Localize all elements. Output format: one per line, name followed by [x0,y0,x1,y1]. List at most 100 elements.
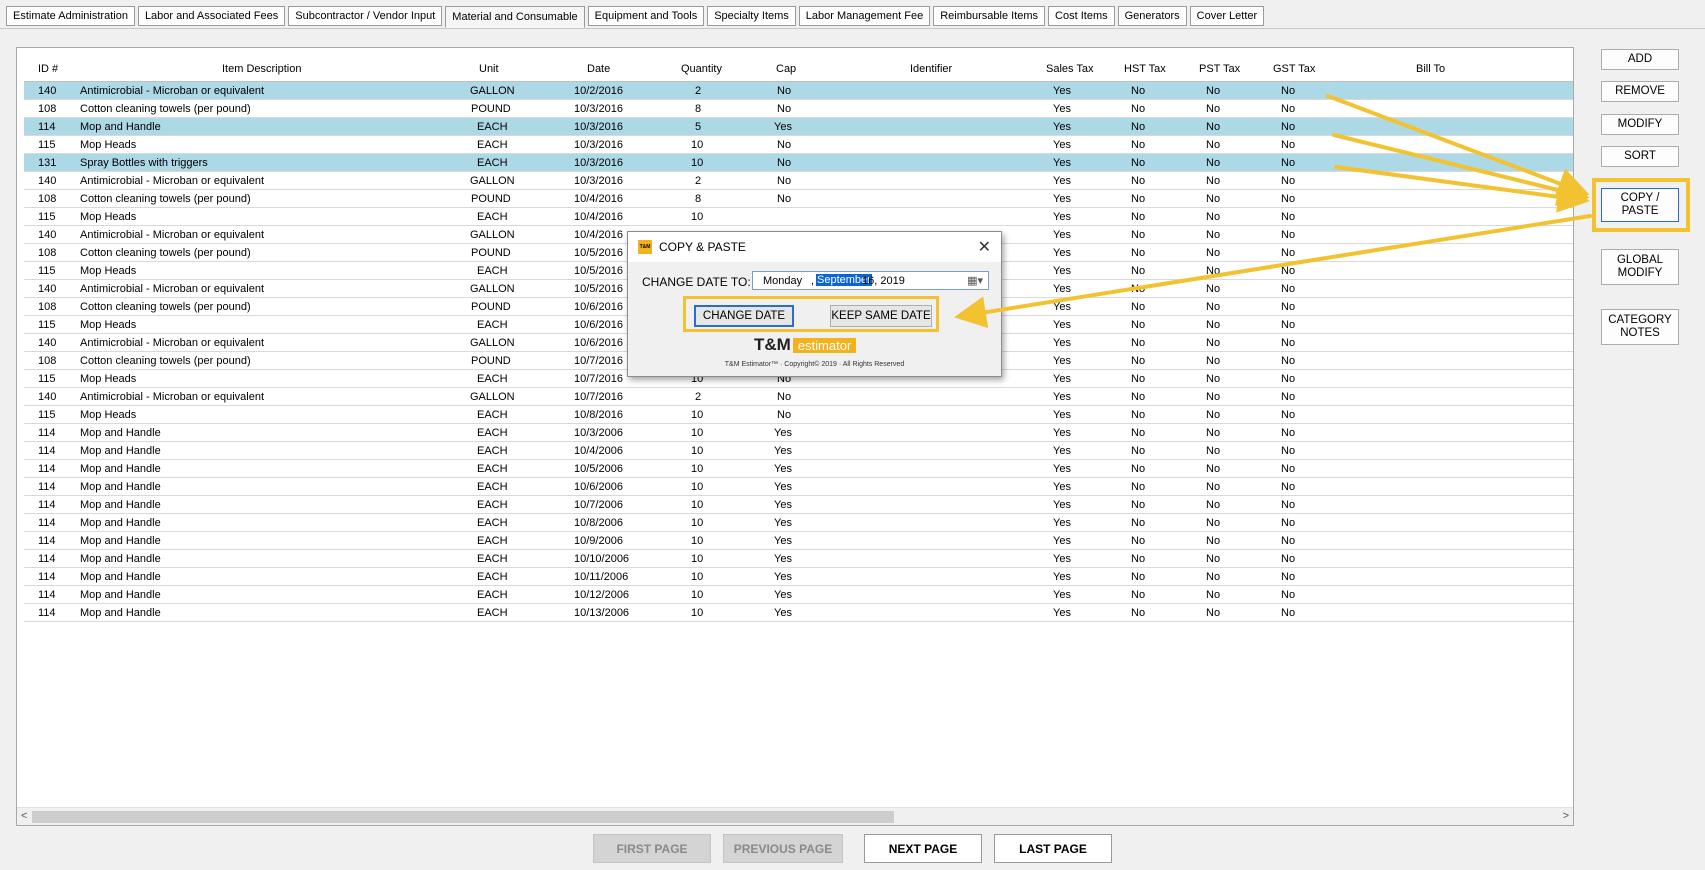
col-quantity[interactable]: Quantity [681,63,722,75]
table-row[interactable]: 115 Mop Heads EACH 10/4/2016 10 Yes No No No [24,208,1573,226]
table-row[interactable]: 114 Mop and Handle EACH 10/10/2006 10 Yes Yes N… [24,550,1573,568]
table-row[interactable]: 140 Antimicrobial - Microban or equivalen… [24,172,1573,190]
tab-cover-letter[interactable]: Cover Letter [1189,6,1265,26]
cell-id: 108 [38,193,57,205]
previous-page-button[interactable]: PREVIOUS PAGE [723,834,843,863]
table-row[interactable]: 114 Mop and Handle EACH 10/3/2006 10 Yes Yes No… [24,424,1573,442]
col-gst-tax[interactable]: GST Tax [1273,63,1315,75]
tab-labor-management-fee[interactable]: Labor Management Fee [798,6,931,26]
cell-quantity: 10 [691,463,704,475]
modify-button[interactable]: MODIFY [1601,114,1679,135]
keep-same-date-button[interactable]: KEEP SAME DATE [830,305,932,327]
table-row[interactable]: 114 Mop and Handle EACH 10/6/2006 10 Yes Yes No… [24,478,1573,496]
date-day-year[interactable]: 16, 2019 [862,275,905,287]
global-modify-label-1: GLOBAL [1616,254,1664,266]
tab-specialty-items[interactable]: Specialty Items [707,6,796,26]
cell-unit: EACH [477,553,508,565]
table-row[interactable]: 114 Mop and Handle EACH 10/7/2006 10 Yes Yes No… [24,496,1573,514]
table-row[interactable]: 114 Mop and Handle EACH 10/3/2016 5 Yes Yes No N… [24,118,1573,136]
cell-date: 10/3/2006 [574,427,623,439]
col-identifier[interactable]: Identifier [910,63,952,75]
horizontal-scrollbar[interactable]: < > [17,807,1573,825]
cell-sales-tax: Yes [1053,157,1071,169]
col-pst-tax[interactable]: PST Tax [1199,63,1240,75]
cell-date: 10/5/2016 [574,247,623,259]
col-bill-to[interactable]: Bill To [1416,63,1445,75]
table-row[interactable]: 131 Spray Bottles with triggers EACH 10/3/2… [24,154,1573,172]
table-row[interactable]: 115 Mop Heads EACH 10/3/2016 10 No Yes No No No [24,136,1573,154]
last-page-button[interactable]: LAST PAGE [994,834,1112,863]
col-item-description[interactable]: Item Description [222,63,301,75]
category-notes-button[interactable]: CATEGORY NOTES [1601,309,1679,345]
tab-subcontractor-vendor-input[interactable]: Subcontractor / Vendor Input [288,6,443,26]
cell-hst-tax: No [1131,103,1146,115]
cell-cap: Yes [774,499,792,511]
cell-pst-tax: No [1206,103,1221,115]
col-id[interactable]: ID # [38,63,58,75]
tab-generators[interactable]: Generators [1117,6,1187,26]
table-row[interactable]: 114 Mop and Handle EACH 10/4/2006 10 Yes Yes No… [24,442,1573,460]
cell-unit: EACH [477,517,508,529]
cell-cap: Yes [774,589,792,601]
date-weekday[interactable]: Monday [763,275,802,287]
cell-hst-tax: No [1131,553,1146,565]
cell-id: 140 [38,283,57,295]
date-picker[interactable]: Monday , September 16, 2019 ▦▾ [752,271,989,290]
table-row[interactable]: 114 Mop and Handle EACH 10/11/2006 10 Yes Yes N… [24,568,1573,586]
change-date-label: CHANGE DATE TO: [642,275,751,289]
cell-item-description: Mop and Handle [80,553,161,565]
cell-quantity: 2 [695,391,702,403]
cell-quantity: 10 [691,445,704,457]
table-row[interactable]: 114 Mop and Handle EACH 10/12/2006 10 Yes Yes N… [24,586,1573,604]
table-row[interactable]: 114 Mop and Handle EACH 10/9/2006 10 Yes Yes No… [24,532,1573,550]
table-row[interactable]: 140 Antimicrobial - Microban or equivalen… [24,82,1573,100]
tab-reimbursable-items[interactable]: Reimbursable Items [933,6,1046,26]
cell-date: 10/4/2016 [574,229,623,241]
col-date[interactable]: Date [587,63,610,75]
col-sales-tax[interactable]: Sales Tax [1046,63,1094,75]
table-row[interactable]: 114 Mop and Handle EACH 10/8/2006 10 Yes Yes No… [24,514,1573,532]
col-cap[interactable]: Cap [776,63,796,75]
table-row[interactable]: 108 Cotton cleaning towels (per pound) POU… [24,190,1573,208]
sort-button[interactable]: SORT [1601,146,1679,167]
scroll-right-icon[interactable]: > [1563,810,1569,822]
cell-sales-tax: Yes [1053,247,1071,259]
first-page-button[interactable]: FIRST PAGE [593,834,711,863]
close-icon[interactable]: ✕ [978,237,991,257]
table-row[interactable]: 115 Mop Heads EACH 10/8/2016 10 No Yes No No No [24,406,1573,424]
cell-cap: Yes [774,121,792,133]
col-unit[interactable]: Unit [479,63,499,75]
tab-cost-items[interactable]: Cost Items [1048,6,1115,26]
cell-date: 10/5/2006 [574,463,623,475]
copy-paste-label-1: COPY / [1620,192,1660,204]
tm-app-icon: T&M [638,240,652,254]
cell-gst-tax: No [1281,427,1296,439]
copy-paste-button[interactable]: COPY / PASTE [1601,188,1679,222]
cell-pst-tax: No [1206,535,1221,547]
tab-estimate-administration[interactable]: Estimate Administration [6,6,135,26]
tab-equipment-and-tools[interactable]: Equipment and Tools [587,6,705,26]
table-row[interactable]: 114 Mop and Handle EACH 10/5/2006 10 Yes Yes No… [24,460,1573,478]
table-row[interactable]: 114 Mop and Handle EACH 10/13/2006 10 Yes Yes N… [24,604,1573,622]
remove-button[interactable]: REMOVE [1601,81,1679,102]
calendar-dropdown-icon[interactable]: ▦▾ [967,274,983,287]
cell-sales-tax: Yes [1053,355,1071,367]
global-modify-button[interactable]: GLOBAL MODIFY [1601,249,1679,285]
change-date-button[interactable]: CHANGE DATE [694,305,794,327]
scrollbar-thumb[interactable] [32,811,894,823]
cell-item-description: Antimicrobial - Microban or equivalent [80,229,265,241]
cell-date: 10/7/2016 [574,373,623,385]
next-page-button[interactable]: NEXT PAGE [864,834,982,863]
tab-labor-and-associated-fees[interactable]: Labor and Associated Fees [137,6,286,26]
add-button[interactable]: ADD [1601,49,1679,70]
table-row[interactable]: 140 Antimicrobial - Microban or equivalen… [24,388,1573,406]
cell-id: 114 [38,499,56,511]
scroll-left-icon[interactable]: < [21,810,27,822]
cell-sales-tax: Yes [1053,265,1071,277]
col-hst-tax[interactable]: HST Tax [1124,63,1166,75]
cell-cap: No [777,103,792,115]
tab-material-and-consumable[interactable]: Material and Consumable [445,6,585,28]
cell-hst-tax: No [1131,589,1146,601]
tab-bar: Estimate Administration Labor and Associ… [6,6,1265,28]
table-row[interactable]: 108 Cotton cleaning towels (per pound) POU… [24,100,1573,118]
